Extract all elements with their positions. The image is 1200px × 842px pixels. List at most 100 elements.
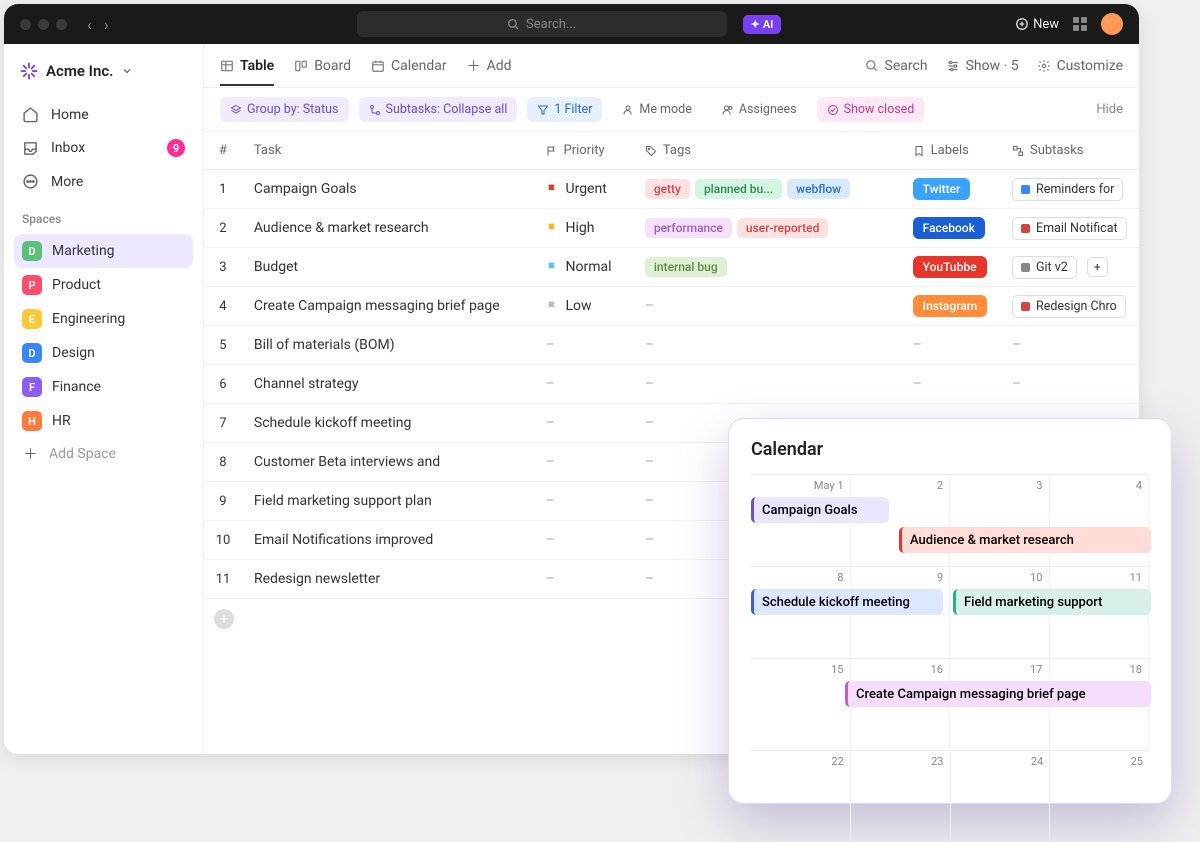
priority-cell[interactable]: –: [534, 493, 633, 509]
subtask-pill[interactable]: Email Notificat: [1012, 217, 1127, 240]
tags-cell[interactable]: performance user-reported: [633, 218, 901, 238]
priority-cell[interactable]: –: [534, 415, 633, 431]
subtask-pill[interactable]: Redesign Chro: [1012, 295, 1126, 318]
space-item-finance[interactable]: FFinance: [14, 370, 193, 404]
label-cell[interactable]: YouTubbe: [901, 256, 1000, 278]
tab-calendar[interactable]: Calendar: [371, 54, 447, 78]
tag[interactable]: planned bu...: [695, 179, 782, 199]
table-row[interactable]: 5 Bill of materials (BOM) – – – –: [204, 326, 1139, 365]
back-button[interactable]: ‹: [87, 15, 92, 34]
filter-closed[interactable]: Show closed: [817, 97, 925, 122]
forward-button[interactable]: ›: [104, 15, 109, 34]
filter-subtasks[interactable]: Subtasks: Collapse all: [359, 97, 518, 122]
space-item-hr[interactable]: HHR: [14, 404, 193, 438]
label-cell[interactable]: –: [901, 337, 1000, 353]
priority-cell[interactable]: –: [534, 454, 633, 470]
apps-icon[interactable]: [1073, 17, 1087, 31]
calendar-row: May 1234Campaign GoalsAudience & market …: [751, 474, 1149, 566]
add-space-button[interactable]: ＋ Add Space: [14, 438, 193, 469]
priority-cell[interactable]: Normal: [534, 259, 633, 275]
filter-me[interactable]: Me mode: [612, 97, 701, 122]
col-num[interactable]: #: [204, 143, 242, 158]
calendar-cell[interactable]: 23: [851, 751, 951, 842]
tag[interactable]: user-reported: [737, 218, 828, 238]
subtask-cell[interactable]: –: [1000, 337, 1139, 353]
tags-cell[interactable]: internal bug: [633, 257, 901, 277]
space-item-design[interactable]: DDesign: [14, 336, 193, 370]
subtask-pill[interactable]: Git v2: [1012, 256, 1077, 279]
filter-group[interactable]: Group by: Status: [220, 97, 349, 122]
label-badge[interactable]: YouTubbe: [913, 256, 987, 278]
col-priority[interactable]: Priority: [534, 143, 633, 158]
global-search[interactable]: Search...: [357, 11, 727, 37]
calendar-cell[interactable]: 24: [951, 751, 1051, 842]
tab-table[interactable]: Table: [220, 46, 274, 86]
subtask-cell[interactable]: Git v2 +: [1000, 256, 1139, 279]
nav-more[interactable]: More: [14, 165, 193, 198]
label-badge[interactable]: Twitter: [913, 178, 971, 200]
priority-cell[interactable]: –: [534, 532, 633, 548]
label-cell[interactable]: Facebook: [901, 217, 1000, 239]
filter-count[interactable]: 1 Filter: [527, 97, 602, 122]
calendar-event[interactable]: Campaign Goals: [751, 497, 889, 523]
tab-customize[interactable]: Customize: [1037, 54, 1123, 78]
space-item-engineering[interactable]: EEngineering: [14, 302, 193, 336]
tag[interactable]: performance: [645, 218, 732, 238]
tab-board[interactable]: Board: [294, 54, 351, 78]
tag[interactable]: internal bug: [645, 257, 727, 277]
priority-cell[interactable]: Urgent: [534, 181, 633, 197]
subtask-cell[interactable]: Email Notificat: [1000, 217, 1139, 240]
label-cell[interactable]: Instagram: [901, 295, 1000, 317]
filter-hide[interactable]: Hide: [1096, 102, 1123, 117]
workspace-switcher[interactable]: Acme Inc.: [14, 58, 193, 84]
col-tags[interactable]: Tags: [633, 143, 901, 158]
subtask-cell[interactable]: –: [1000, 376, 1139, 392]
priority-cell[interactable]: –: [534, 337, 633, 353]
priority-cell[interactable]: –: [534, 571, 633, 587]
tab-add[interactable]: ＋Add: [467, 52, 512, 80]
col-labels[interactable]: Labels: [901, 143, 1000, 158]
subtask-cell[interactable]: Reminders for: [1000, 178, 1139, 201]
calendar-cell[interactable]: 25: [1050, 751, 1149, 842]
nav-home[interactable]: Home: [14, 98, 193, 131]
table-row[interactable]: 2 Audience & market research High perfor…: [204, 209, 1139, 248]
nav-inbox[interactable]: Inbox 9: [14, 131, 193, 165]
calendar-cell[interactable]: 15: [751, 659, 851, 750]
label-cell[interactable]: –: [901, 376, 1000, 392]
tags-cell[interactable]: –: [633, 376, 901, 392]
new-button[interactable]: New: [1015, 17, 1059, 32]
label-badge[interactable]: Instagram: [913, 295, 987, 317]
space-item-marketing[interactable]: DMarketing: [14, 234, 193, 268]
tags-cell[interactable]: getty planned bu... webflow: [633, 179, 901, 199]
subtask-cell[interactable]: Redesign Chro: [1000, 295, 1139, 318]
tab-show[interactable]: Show · 5: [946, 54, 1019, 78]
col-subtasks[interactable]: Subtasks: [1000, 143, 1139, 158]
priority-cell[interactable]: High: [534, 220, 633, 236]
table-row[interactable]: 6 Channel strategy – – – –: [204, 365, 1139, 404]
priority-cell[interactable]: –: [534, 376, 633, 392]
calendar-cell[interactable]: 22: [751, 751, 851, 842]
tag[interactable]: webflow: [787, 179, 850, 199]
table-row[interactable]: 1 Campaign Goals Urgent getty planned bu…: [204, 170, 1139, 209]
tag[interactable]: getty: [645, 179, 690, 199]
window-controls[interactable]: [20, 19, 67, 30]
user-avatar[interactable]: [1101, 13, 1123, 35]
ai-button[interactable]: ✦ AI: [743, 15, 782, 34]
calendar-event[interactable]: Field marketing support: [953, 589, 1151, 615]
label-cell[interactable]: Twitter: [901, 178, 1000, 200]
space-item-product[interactable]: PProduct: [14, 268, 193, 302]
calendar-event[interactable]: Create Campaign messaging brief page: [845, 681, 1151, 707]
table-row[interactable]: 4 Create Campaign messaging brief page L…: [204, 287, 1139, 326]
tab-search[interactable]: Search: [865, 54, 928, 78]
subtask-add[interactable]: +: [1087, 257, 1108, 277]
filter-assignees[interactable]: Assignees: [712, 97, 807, 122]
table-row[interactable]: 3 Budget Normal internal bug YouTubbe Gi…: [204, 248, 1139, 287]
tags-cell[interactable]: –: [633, 337, 901, 353]
subtask-pill[interactable]: Reminders for: [1012, 178, 1123, 201]
col-task[interactable]: Task: [242, 143, 534, 158]
calendar-event[interactable]: Schedule kickoff meeting: [751, 589, 943, 615]
calendar-event[interactable]: Audience & market research: [899, 527, 1151, 553]
priority-cell[interactable]: Low: [534, 298, 633, 314]
tags-cell[interactable]: –: [633, 298, 901, 314]
label-badge[interactable]: Facebook: [913, 217, 985, 239]
